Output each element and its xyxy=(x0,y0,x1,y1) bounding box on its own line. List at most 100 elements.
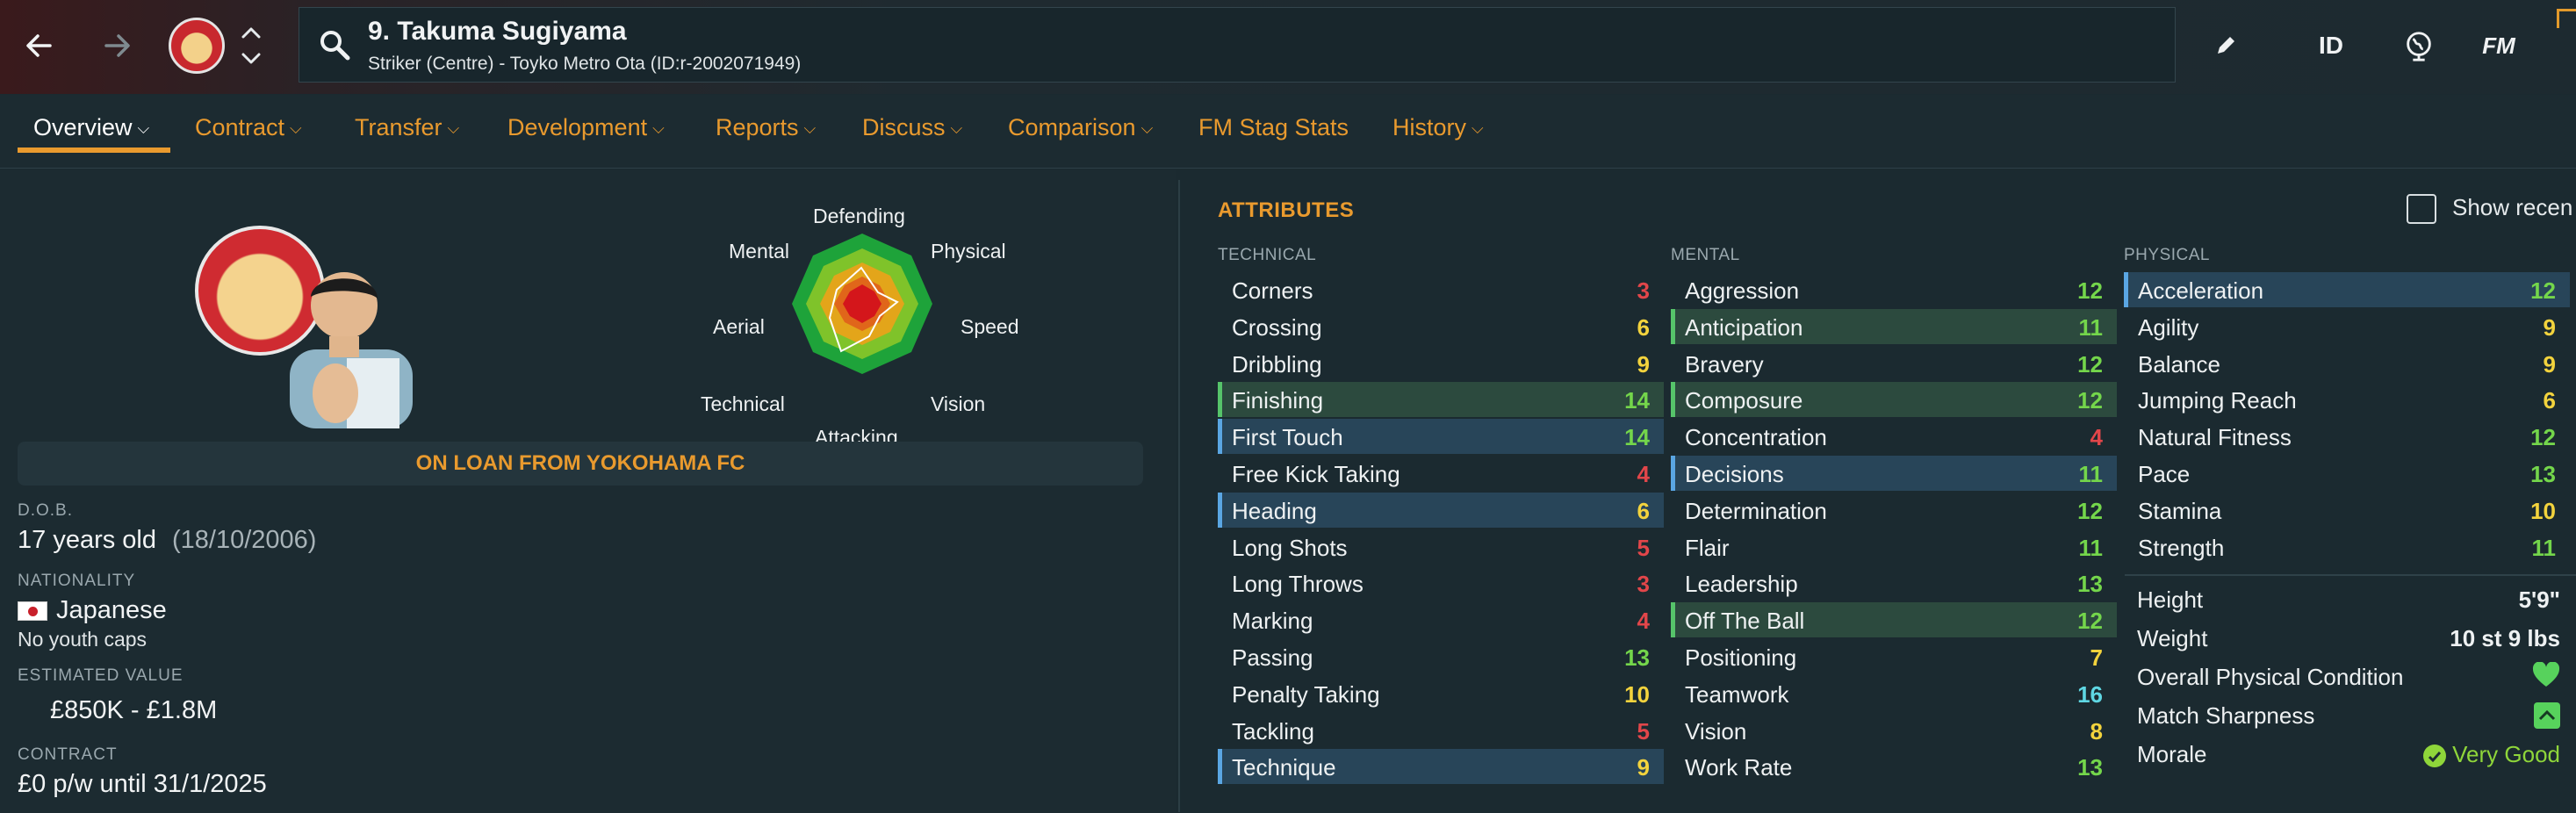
attribute-name: Composure xyxy=(1685,387,1803,414)
player-name-title: 9. Takuma Sugiyama xyxy=(368,17,627,46)
attribute-value: 6 xyxy=(2543,387,2556,414)
attribute-row[interactable]: Composure 12 xyxy=(1671,382,2117,418)
morale-label: Morale xyxy=(2137,741,2207,767)
globe-button[interactable] xyxy=(2397,18,2441,74)
attribute-row[interactable]: Passing 13 xyxy=(1218,639,1664,674)
tab-overview[interactable]: Overview ⌵ xyxy=(33,114,149,141)
attribute-row[interactable]: Long Shots 5 xyxy=(1218,529,1664,565)
attribute-row[interactable]: Natural Fitness 12 xyxy=(2124,419,2570,454)
radar-label-speed: Speed xyxy=(961,315,1019,338)
attribute-row[interactable]: Leadership 13 xyxy=(1671,565,2117,601)
fm-menu-button[interactable]: FM xyxy=(2474,18,2523,74)
attribute-value: 4 xyxy=(1637,608,1650,635)
tab-contract[interactable]: Contract ⌵ xyxy=(195,114,302,141)
attribute-name: Stamina xyxy=(2138,497,2222,524)
attribute-name: Jumping Reach xyxy=(2138,387,2297,414)
id-button[interactable]: ID xyxy=(2309,18,2353,74)
sharpness-up-icon xyxy=(2534,702,2560,735)
attribute-name: Determination xyxy=(1685,497,1827,524)
attribute-row[interactable]: Marking 4 xyxy=(1218,602,1664,637)
attribute-name: Corners xyxy=(1232,277,1313,304)
attribute-name: Agility xyxy=(2138,313,2199,341)
forward-button[interactable] xyxy=(95,19,139,72)
attribute-value: 12 xyxy=(2077,350,2103,378)
attribute-row[interactable]: Penalty Taking 10 xyxy=(1218,676,1664,711)
attribute-row[interactable]: Pace 13 xyxy=(2124,456,2570,491)
attribute-row[interactable]: Dribbling 9 xyxy=(1218,346,1664,381)
attribute-row[interactable]: Acceleration 12 xyxy=(2124,272,2570,307)
match-sharpness-label: Match Sharpness xyxy=(2137,702,2315,729)
attribute-name: Natural Fitness xyxy=(2138,424,2292,451)
attribute-value: 12 xyxy=(2077,608,2103,635)
estimated-value: £850K - £1.8M xyxy=(50,696,218,724)
attribute-row[interactable]: Strength 11 xyxy=(2124,529,2570,565)
show-recent-toggle[interactable]: Show recen xyxy=(2407,194,2572,225)
attribute-row[interactable]: Stamina 10 xyxy=(2124,493,2570,528)
up-down-arrows-icon[interactable] xyxy=(239,21,263,70)
attribute-row[interactable]: First Touch 14 xyxy=(1218,419,1664,455)
chevron-down-icon: ⌵ xyxy=(803,119,817,137)
morale-value[interactable]: Very Good xyxy=(2422,741,2560,768)
checkbox-icon[interactable] xyxy=(2407,194,2436,225)
tab-fm-stag-stats[interactable]: FM Stag Stats xyxy=(1198,114,1349,141)
attribute-row[interactable]: Aggression 12 xyxy=(1671,272,2117,307)
attribute-name: Tackling xyxy=(1232,717,1314,745)
tab-history[interactable]: History ⌵ xyxy=(1392,114,1484,141)
attribute-name: Long Shots xyxy=(1232,534,1348,561)
attribute-row[interactable]: Corners 3 xyxy=(1218,272,1664,307)
attribute-row[interactable]: Agility 9 xyxy=(2124,309,2570,344)
attribute-row[interactable]: Decisions 11 xyxy=(1671,456,2117,491)
attribute-row[interactable]: Flair 11 xyxy=(1671,529,2117,565)
attribute-row[interactable]: Positioning 7 xyxy=(1671,639,2117,674)
loan-status-bar[interactable]: ON LOAN FROM YOKOHAMA FC xyxy=(18,442,1143,486)
attribute-row[interactable]: Balance 9 xyxy=(2124,346,2570,381)
chevron-down-icon: ⌵ xyxy=(447,119,460,137)
attribute-row[interactable]: Jumping Reach 6 xyxy=(2124,382,2570,417)
globe-icon xyxy=(2407,32,2431,61)
attribute-value: 12 xyxy=(2077,497,2103,524)
attribute-row[interactable]: Concentration 4 xyxy=(1671,419,2117,454)
chevron-down-icon: ⌵ xyxy=(1140,119,1154,137)
attribute-row[interactable]: Vision 8 xyxy=(1671,713,2117,748)
contract-label: CONTRACT xyxy=(18,745,118,764)
tab-reports[interactable]: Reports ⌵ xyxy=(716,114,816,141)
contract-value[interactable]: £0 p/w until 31/1/2025 xyxy=(18,770,267,799)
pencil-icon xyxy=(2218,37,2234,54)
chevron-down-icon: ⌵ xyxy=(137,119,150,137)
attribute-row[interactable]: Crossing 6 xyxy=(1218,309,1664,344)
attribute-row[interactable]: Free Kick Taking 4 xyxy=(1218,456,1664,491)
attribute-name: Work Rate xyxy=(1685,754,1793,781)
active-tab-indicator xyxy=(18,147,170,153)
arrow-right-icon xyxy=(104,34,130,57)
attribute-name: Flair xyxy=(1685,534,1730,561)
attribute-row[interactable]: Tackling 5 xyxy=(1218,713,1664,748)
player-search-box[interactable]: 9. Takuma Sugiyama Striker (Centre) - To… xyxy=(299,7,2176,83)
attribute-value: 9 xyxy=(2543,350,2556,378)
tab-discuss[interactable]: Discuss ⌵ xyxy=(862,114,962,141)
attribute-value: 11 xyxy=(2531,534,2557,561)
nationality-value[interactable]: Japanese xyxy=(18,596,167,625)
player-position-club: Striker (Centre) - Toyko Metro Ota (ID:r… xyxy=(368,54,802,74)
attribute-row[interactable]: Finishing 14 xyxy=(1218,382,1664,418)
corner-marker xyxy=(2557,9,2576,28)
tab-transfer[interactable]: Transfer ⌵ xyxy=(355,114,459,141)
attribute-row[interactable]: Bravery 12 xyxy=(1671,346,2117,381)
attribute-name: Anticipation xyxy=(1685,313,1803,341)
back-button[interactable] xyxy=(18,19,61,72)
attribute-row[interactable]: Long Throws 3 xyxy=(1218,565,1664,601)
edit-button[interactable] xyxy=(2209,18,2244,74)
attribute-row[interactable]: Anticipation 11 xyxy=(1671,308,2117,344)
attribute-row[interactable]: Technique 9 xyxy=(1218,749,1664,785)
tab-development[interactable]: Development ⌵ xyxy=(507,114,665,141)
attribute-value: 3 xyxy=(1637,571,1650,598)
attribute-row[interactable]: Determination 12 xyxy=(1671,493,2117,528)
attribute-row[interactable]: Heading 6 xyxy=(1218,492,1664,528)
attribute-name: Long Throws xyxy=(1232,571,1364,598)
tab-comparison[interactable]: Comparison ⌵ xyxy=(1008,114,1153,141)
nationality-text: Japanese xyxy=(56,596,167,624)
attribute-row[interactable]: Off The Ball 12 xyxy=(1671,602,2117,638)
mental-column-title: MENTAL xyxy=(1671,246,1740,264)
club-badge-icon[interactable] xyxy=(169,18,225,74)
attribute-row[interactable]: Teamwork 16 xyxy=(1671,676,2117,711)
attribute-row[interactable]: Work Rate 13 xyxy=(1671,749,2117,784)
